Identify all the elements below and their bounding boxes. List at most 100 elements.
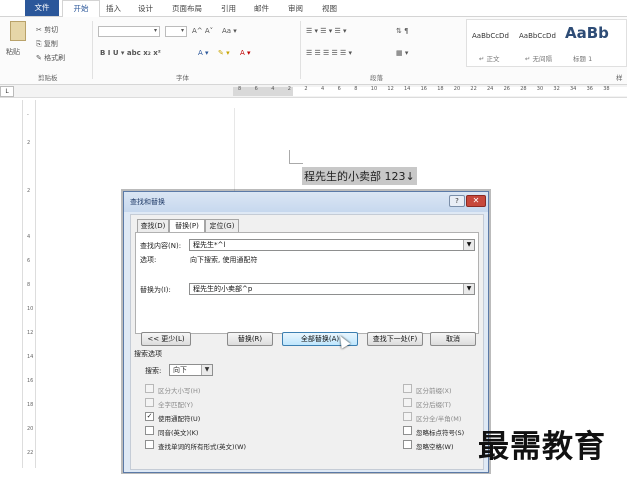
font-size-combo[interactable]: ▾: [165, 26, 187, 37]
option-checkbox: [145, 398, 154, 407]
find-what-label: 查找内容(N):: [140, 242, 182, 250]
tab-view[interactable]: 视图: [322, 3, 337, 14]
ribbon-separator: [300, 21, 301, 79]
tab-mailings[interactable]: 邮件: [254, 3, 269, 14]
tab-page-layout[interactable]: 页面布局: [172, 3, 202, 14]
option-label: 区分全/半角(M): [416, 415, 462, 423]
paste-button[interactable]: 粘贴: [6, 47, 20, 57]
option-label: 忽略标点符号(S): [416, 429, 465, 437]
paragraph-group-label: 段落: [370, 74, 383, 82]
search-direction-value: 向下: [173, 366, 187, 374]
option-label: 区分大小写(H): [158, 387, 201, 395]
search-direction-label: 搜索:: [145, 367, 162, 375]
close-button[interactable]: ✕: [466, 195, 486, 207]
tab-review[interactable]: 审阅: [288, 3, 303, 14]
brush-icon: ✎: [36, 54, 45, 62]
font-color-icon[interactable]: A ▾: [240, 49, 251, 57]
chevron-down-icon[interactable]: ▼: [463, 240, 474, 250]
replace-with-input[interactable]: 程先生的小卖部^p ▼: [189, 283, 475, 295]
help-button[interactable]: ?: [449, 195, 465, 207]
copy-button[interactable]: ⎘ 复制: [36, 39, 58, 49]
ruler-tick-label: 22: [470, 86, 477, 92]
ruler-tick-label: 6: [254, 86, 258, 92]
copy-icon: ⎘: [36, 40, 44, 48]
chevron-down-icon: ▾: [180, 27, 184, 34]
find-what-input[interactable]: 程先生*^l ▼: [189, 239, 475, 251]
ruler-tick-label: 26: [503, 86, 510, 92]
find-next-button[interactable]: 查找下一处(F): [367, 332, 423, 346]
tab-selector[interactable]: L: [0, 86, 14, 97]
ruler-tick-label: 4: [321, 86, 325, 92]
chevron-down-icon[interactable]: ▼: [463, 284, 474, 294]
tab-file[interactable]: 文件: [25, 0, 59, 16]
shading-icon[interactable]: ▦ ▾: [396, 49, 408, 57]
cut-label: 剪切: [44, 26, 59, 34]
options-value: 向下搜索, 使用通配符: [190, 256, 258, 264]
cut-button[interactable]: ✂ 剪切: [36, 25, 58, 35]
ruler-tick-label: 2: [287, 86, 291, 92]
grow-shrink-font-buttons[interactable]: A^ A˅: [192, 27, 213, 35]
dialog-body: 查找(D) 替换(P) 定位(G) 查找内容(N): 程先生*^l ▼ 选项: …: [130, 214, 484, 470]
style-nospacing-name: ↵ 无间隔: [525, 55, 553, 63]
tab-design[interactable]: 设计: [138, 3, 153, 14]
copy-label: 复制: [43, 40, 58, 48]
format-painter-button[interactable]: ✎ 格式刷: [36, 53, 65, 63]
tab-replace[interactable]: 替换(P): [169, 219, 205, 233]
styles-gallery[interactable]: AaBbCcDd ↵ 正文 AaBbCcDd ↵ 无间隔 AaBb 标题 1: [466, 19, 627, 67]
tab-home[interactable]: 开始: [62, 0, 100, 18]
option-checkbox[interactable]: [145, 426, 154, 435]
style-normal-sample[interactable]: AaBbCcDd: [472, 32, 509, 40]
style-normal-name: ↵ 正文: [479, 55, 500, 63]
font-group-label: 字体: [176, 74, 189, 82]
search-options-title: 搜索选项: [134, 350, 162, 358]
ruler-margin: [233, 87, 293, 96]
menu-tab-bar: 文件 开始 插入 设计 页面布局 引用 邮件 审阅 视图: [0, 0, 627, 18]
chevron-down-icon[interactable]: ▼: [201, 365, 212, 375]
bullets-icon[interactable]: ☰ ▾ ☰ ▾ ☰ ▾: [306, 27, 347, 35]
highlight-icon[interactable]: ✎ ▾: [218, 49, 230, 57]
style-heading1-sample[interactable]: AaBb: [565, 24, 609, 42]
text-effects-icon[interactable]: A ▾: [198, 49, 209, 57]
option-checkbox[interactable]: [403, 426, 412, 435]
ruler-tick-label: 34: [570, 86, 577, 92]
tab-goto[interactable]: 定位(G): [205, 219, 239, 232]
less-button[interactable]: << 更少(L): [141, 332, 191, 346]
search-direction-select[interactable]: 向下 ▼: [169, 364, 213, 376]
clipboard-group-label: 剪贴板: [38, 74, 58, 82]
option-label: 使用通配符(U): [158, 415, 201, 423]
tab-find[interactable]: 查找(D): [137, 219, 169, 232]
style-nospacing-sample[interactable]: AaBbCcDd: [519, 32, 556, 40]
replace-panel: 查找内容(N): 程先生*^l ▼ 选项: 向下搜索, 使用通配符 替换为(I)…: [135, 232, 479, 334]
cancel-button[interactable]: 取消: [430, 332, 476, 346]
option-label: 区分前缀(X): [416, 387, 452, 395]
option-label: 区分后缀(T): [416, 401, 452, 409]
horizontal-ruler: L 8 6 4 2 2 4 6 8 10 12 14 16 18 20 22 24 26 28 30 32 34 36 38: [0, 85, 627, 98]
replace-button[interactable]: 替换(R): [227, 332, 273, 346]
tab-references[interactable]: 引用: [221, 3, 236, 14]
styles-group-label: 样: [616, 74, 623, 82]
dialog-titlebar[interactable]: 查找和替换 ? ✕: [124, 192, 488, 212]
ruler-tick-label: 28: [520, 86, 527, 92]
ruler-tick-label: 36: [586, 86, 593, 92]
ruler-tick-label: 8: [238, 86, 242, 92]
dialog-title: 查找和替换: [130, 198, 165, 206]
option-label: 同音(英文)(K): [158, 429, 199, 437]
sort-icon[interactable]: ⇅ ¶: [396, 27, 409, 35]
change-case-button[interactable]: Aa ▾: [222, 27, 237, 35]
ruler-tick-label: 14: [404, 86, 411, 92]
paste-icon[interactable]: [10, 21, 26, 41]
option-checkbox: [403, 398, 412, 407]
document-text[interactable]: 程先生的小卖部 123↓: [302, 167, 417, 185]
ruler-tick-label: 4: [271, 86, 275, 92]
style-heading1-name: 标题 1: [573, 55, 593, 63]
option-checkbox[interactable]: [403, 440, 412, 449]
font-name-combo[interactable]: ▾: [98, 26, 160, 37]
option-checkbox[interactable]: [145, 440, 154, 449]
option-checkbox[interactable]: ✓: [145, 412, 154, 421]
align-icons[interactable]: ☰ ☰ ☰ ☰ ☰ ▾: [306, 49, 352, 57]
format-painter-label: 格式刷: [44, 54, 66, 62]
tab-insert[interactable]: 插入: [106, 3, 121, 14]
ruler-tick-label: 32: [553, 86, 560, 92]
vertical-ruler: -2 24 68 10 12 14 16 18 20 22: [22, 100, 36, 468]
font-format-buttons[interactable]: B I U ▾ abc x₂ x²: [100, 49, 161, 57]
